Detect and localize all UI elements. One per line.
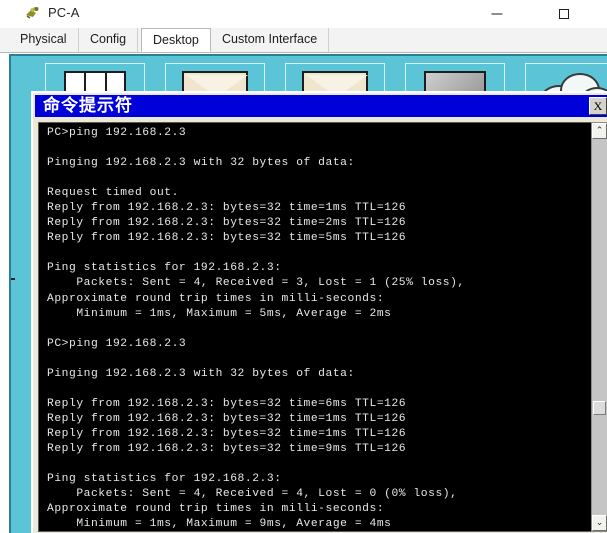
minimize-icon	[491, 13, 502, 15]
minimize-button[interactable]	[474, 0, 519, 28]
window-titlebar: PC-A	[0, 0, 607, 29]
console-scrollbar[interactable]: ⌃ ⌄	[591, 122, 607, 532]
tab-desktop[interactable]: Desktop	[141, 28, 211, 52]
pc-a-window: PC-A Physical Config Desktop Custom Inte…	[0, 0, 607, 533]
console-text: PC>ping 192.168.2.3 Pinging 192.168.2.3 …	[47, 127, 465, 531]
maximize-icon	[558, 9, 569, 19]
tab-strip: Physical Config Desktop Custom Interface	[0, 28, 607, 53]
maximize-button[interactable]	[541, 0, 586, 28]
device-icon	[26, 7, 39, 19]
desktop-panel: 命令提示符 X PC>ping 192.168.2.3 Pinging 192.…	[9, 54, 607, 533]
window-title: PC-A	[48, 5, 80, 20]
scroll-up-icon[interactable]: ⌃	[592, 123, 607, 139]
console-output-area[interactable]: PC>ping 192.168.2.3 Pinging 192.168.2.3 …	[38, 122, 592, 532]
scrollbar-thumb[interactable]	[593, 401, 606, 415]
tab-config[interactable]: Config	[79, 28, 139, 52]
scroll-down-icon[interactable]: ⌄	[592, 515, 607, 531]
desktop-surface: 命令提示符 X PC>ping 192.168.2.3 Pinging 192.…	[15, 59, 607, 533]
tab-physical[interactable]: Physical	[9, 28, 79, 52]
terminal-titlebar[interactable]: 命令提示符 X	[35, 95, 607, 117]
command-prompt-window: 命令提示符 X PC>ping 192.168.2.3 Pinging 192.…	[31, 91, 607, 533]
close-icon[interactable]: X	[589, 97, 607, 115]
tab-custom-interface[interactable]: Custom Interface	[211, 28, 330, 52]
terminal-title: 命令提示符	[43, 96, 133, 116]
